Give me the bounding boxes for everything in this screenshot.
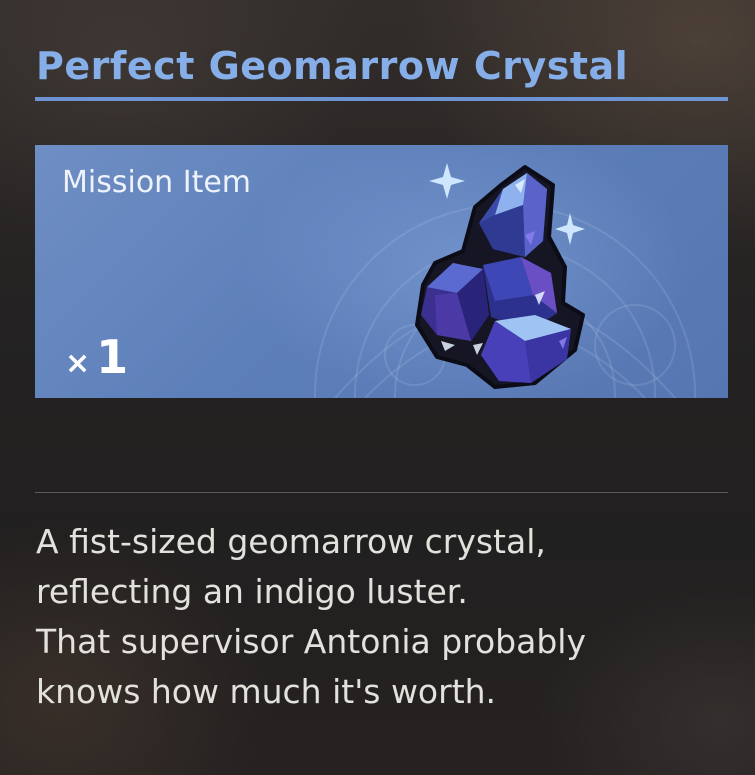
quantity-multiplier: × xyxy=(65,346,91,381)
item-description: A fist-sized geomarrow crystal, reflecti… xyxy=(36,517,726,717)
crystal-icon xyxy=(415,163,585,389)
item-card: Mission Item × 1 xyxy=(35,145,728,398)
item-type-label: Mission Item xyxy=(62,165,252,200)
description-line: knows how much it's worth. xyxy=(36,672,497,711)
quantity-value: 1 xyxy=(96,330,129,384)
item-name-title: Perfect Geomarrow Crystal xyxy=(36,44,629,88)
section-divider xyxy=(35,492,728,493)
item-detail-panel: Perfect Geomarrow Crystal Mission Item ×… xyxy=(0,0,755,775)
description-line: A fist-sized geomarrow crystal, xyxy=(36,522,546,561)
title-underline xyxy=(35,97,728,101)
item-quantity: × 1 xyxy=(65,330,128,384)
description-line: That supervisor Antonia probably xyxy=(36,622,586,661)
description-line: reflecting an indigo luster. xyxy=(36,572,468,611)
